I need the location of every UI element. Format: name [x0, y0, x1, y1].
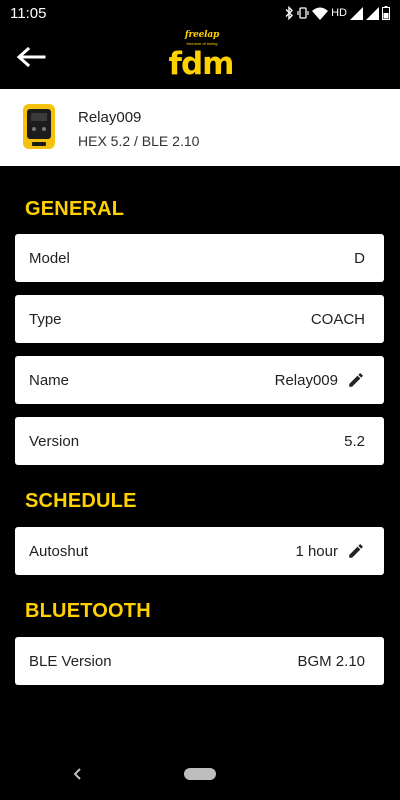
pencil-icon[interactable] [347, 542, 365, 560]
pencil-icon[interactable] [347, 371, 365, 389]
section-schedule-title: SCHEDULE [25, 490, 137, 512]
row-name[interactable]: Name Relay009 [15, 356, 384, 404]
row-type: Type COACH [15, 295, 384, 343]
signal-icon [350, 6, 363, 20]
row-autoshut[interactable]: Autoshut 1 hour [15, 527, 384, 575]
row-value-wrap: 5.2 [344, 433, 365, 450]
status-time: 11:05 [10, 4, 47, 22]
logo-text: fdm [168, 46, 235, 82]
back-button[interactable] [12, 40, 50, 74]
row-value-wrap: BGM 2.10 [297, 653, 365, 670]
status-icons: HD [284, 6, 390, 20]
device-name: Relay009 [78, 109, 142, 126]
arrow-left-icon [16, 47, 46, 67]
app-logo: freelap freedom of timing fdm [168, 30, 235, 84]
device-firmware: HEX 5.2 / BLE 2.10 [78, 133, 200, 149]
section-general-title: GENERAL [25, 198, 125, 220]
row-value: D [354, 249, 365, 267]
row-value-wrap: COACH [311, 311, 365, 328]
section-bluetooth-title: BLUETOOTH [25, 600, 151, 622]
relay-device-icon [23, 104, 55, 149]
row-value: BGM 2.10 [297, 652, 365, 670]
row-label: Type [29, 310, 62, 328]
row-model: Model D [15, 234, 384, 282]
row-label: Name [29, 371, 70, 389]
row-value-wrap: Relay009 [275, 371, 365, 389]
wifi-icon [312, 7, 329, 20]
row-label: Version [29, 432, 80, 450]
signal-icon [366, 6, 379, 20]
system-nav-bar [0, 752, 400, 800]
row-value-wrap: D [354, 250, 365, 267]
row-label: BLE Version [29, 652, 112, 670]
battery-icon [382, 6, 390, 20]
app-bar: freelap freedom of timing fdm [0, 26, 400, 88]
home-pill-icon[interactable] [184, 768, 216, 780]
row-value: 1 hour [295, 542, 338, 560]
row-value: Relay009 [274, 371, 338, 389]
row-ble-version: BLE Version BGM 2.10 [15, 637, 384, 685]
bluetooth-icon [285, 6, 294, 20]
device-header: Relay009 HEX 5.2 / BLE 2.10 [0, 89, 400, 166]
row-label: Autoshut [29, 542, 89, 560]
row-value-wrap: 1 hour [295, 542, 365, 560]
network-label: HD [331, 7, 347, 19]
vibrate-icon [297, 7, 309, 19]
row-version: Version 5.2 [15, 417, 384, 465]
status-bar: 11:05 HD [0, 0, 400, 26]
chevron-left-icon[interactable] [68, 762, 88, 786]
row-label: Model [29, 249, 70, 267]
row-value: COACH [310, 310, 365, 328]
row-value: 5.2 [344, 432, 365, 450]
